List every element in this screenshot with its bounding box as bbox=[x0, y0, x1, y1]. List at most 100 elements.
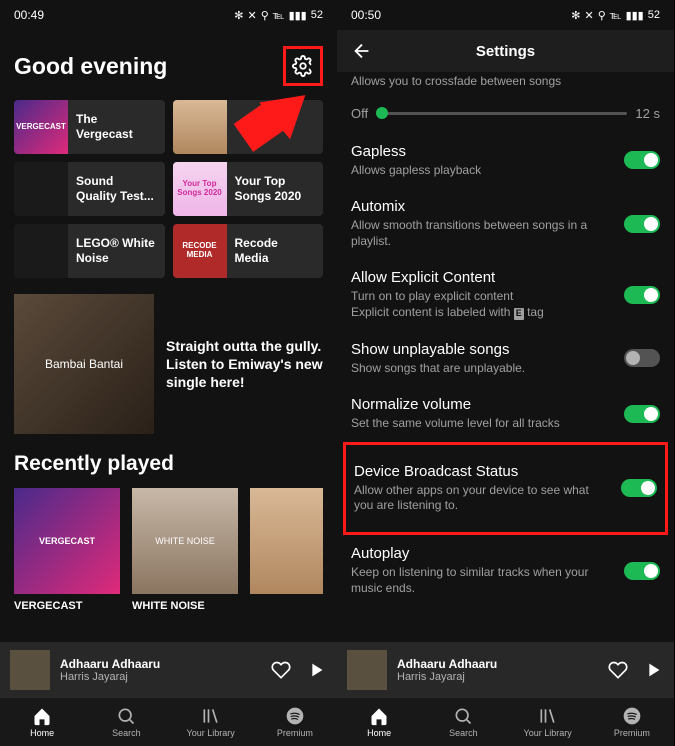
settings-header: Settings bbox=[337, 30, 674, 72]
setting-title: Normalize volume bbox=[351, 396, 660, 413]
now-playing-artist: Harris Jayaraj bbox=[397, 671, 598, 683]
nav-label: Search bbox=[449, 728, 478, 738]
gear-icon[interactable] bbox=[292, 55, 314, 77]
tile-art: VERGECAST bbox=[14, 100, 68, 154]
search-icon bbox=[116, 706, 136, 726]
nav-label: Premium bbox=[614, 728, 650, 738]
setting-normalize-volume: Normalize volume Set the same volume leve… bbox=[351, 386, 660, 442]
heart-icon[interactable] bbox=[271, 660, 291, 680]
nav-label: Your Library bbox=[524, 728, 572, 738]
nav-your-library[interactable]: Your Library bbox=[169, 698, 253, 746]
spotify-icon bbox=[285, 706, 305, 726]
recent-item[interactable] bbox=[250, 488, 323, 612]
recently-played-row[interactable]: VERGECASTVERGECASTWHITE NOISEWHITE NOISE bbox=[14, 488, 323, 612]
nav-label: Home bbox=[30, 728, 54, 738]
status-bar: 00:50 ✻✕⚲℡▮▮▮ 52 bbox=[337, 0, 674, 30]
tile-label: Your Top Songs 2020 bbox=[227, 174, 324, 204]
setting-sub: Allows gapless playback bbox=[351, 163, 660, 179]
toggle[interactable] bbox=[624, 405, 660, 423]
library-icon bbox=[538, 706, 558, 726]
nav-your-library[interactable]: Your Library bbox=[506, 698, 590, 746]
setting-title: Allow Explicit Content bbox=[351, 269, 660, 286]
recent-item[interactable]: WHITE NOISE WHITE NOISE bbox=[132, 488, 238, 612]
status-time: 00:49 bbox=[14, 8, 44, 22]
toggle[interactable] bbox=[624, 215, 660, 233]
recent-label: WHITE NOISE bbox=[132, 600, 238, 612]
tile-art bbox=[14, 224, 68, 278]
settings-screen: 00:50 ✻✕⚲℡▮▮▮ 52 Settings Allows you to … bbox=[337, 0, 674, 746]
recent-item[interactable]: VERGECAST VERGECAST bbox=[14, 488, 120, 612]
recent-label: VERGECAST bbox=[14, 600, 120, 612]
nav-label: Home bbox=[367, 728, 391, 738]
shortcut-tile[interactable]: VERGECASTThe Vergecast bbox=[14, 100, 165, 154]
play-icon[interactable] bbox=[642, 659, 664, 681]
recent-art: VERGECAST bbox=[14, 488, 120, 594]
setting-sub: Allow other apps on your device to see w… bbox=[354, 483, 657, 514]
toggle[interactable] bbox=[624, 286, 660, 304]
callout-highlight-gear bbox=[283, 46, 323, 86]
toggle[interactable] bbox=[624, 562, 660, 580]
nav-label: Search bbox=[112, 728, 141, 738]
setting-device-broadcast-status: Device Broadcast StatusAllow other apps … bbox=[354, 453, 657, 524]
tile-art bbox=[14, 162, 68, 216]
setting-allow-explicit-content: Allow Explicit Content Turn on to play ex… bbox=[351, 259, 660, 330]
promo-card[interactable]: Bambai Bantai Straight outta the gully. … bbox=[14, 294, 323, 434]
nav-home[interactable]: Home bbox=[337, 698, 421, 746]
now-playing-artist: Harris Jayaraj bbox=[60, 671, 261, 683]
slider-thumb[interactable] bbox=[376, 107, 388, 119]
spotify-icon bbox=[622, 706, 642, 726]
setting-sub: Show songs that are unplayable. bbox=[351, 361, 660, 377]
shortcut-tile[interactable]: Your Top Songs 2020Your Top Songs 2020 bbox=[173, 162, 324, 216]
recently-played-title: Recently played bbox=[14, 452, 323, 476]
status-icons: ✻✕⚲℡▮▮▮ 52 bbox=[234, 9, 323, 22]
shortcut-grid: VERGECASTThe Vergecast Sound Quality Test… bbox=[14, 100, 323, 278]
slider-track[interactable] bbox=[376, 112, 627, 115]
toggle[interactable] bbox=[624, 349, 660, 367]
tile-label: LEGO® White Noise bbox=[68, 236, 165, 266]
toggle[interactable] bbox=[624, 151, 660, 169]
home-icon bbox=[369, 706, 389, 726]
status-icons: ✻✕⚲℡▮▮▮ 52 bbox=[571, 9, 660, 22]
tile-label: The Vergecast bbox=[68, 112, 165, 142]
setting-title: Automix bbox=[351, 198, 660, 215]
home-content[interactable]: VERGECASTThe VergecastSound Quality Test… bbox=[0, 100, 337, 642]
settings-list[interactable]: Allows you to crossfade between songs Of… bbox=[337, 72, 674, 642]
settings-title: Settings bbox=[373, 43, 638, 60]
now-playing-bar[interactable]: Adhaaru Adhaaru Harris Jayaraj bbox=[337, 642, 674, 698]
bottom-nav: Home Search Your Library Premium bbox=[337, 698, 674, 746]
setting-title: Autoplay bbox=[351, 545, 660, 562]
nav-label: Premium bbox=[277, 728, 313, 738]
setting-sub: Turn on to play explicit contentExplicit… bbox=[351, 289, 660, 320]
shortcut-tile[interactable]: RECODE MEDIARecode Media bbox=[173, 224, 324, 278]
nav-search[interactable]: Search bbox=[84, 698, 168, 746]
header: Good evening bbox=[0, 30, 337, 100]
tile-label: Sound Quality Test... bbox=[68, 174, 165, 204]
setting-title: Gapless bbox=[351, 143, 660, 160]
nav-search[interactable]: Search bbox=[421, 698, 505, 746]
nav-premium[interactable]: Premium bbox=[590, 698, 674, 746]
shortcut-tile[interactable]: LEGO® White Noise bbox=[14, 224, 165, 278]
now-playing-title: Adhaaru Adhaaru bbox=[60, 657, 261, 671]
now-playing-art bbox=[10, 650, 50, 690]
play-icon[interactable] bbox=[305, 659, 327, 681]
status-time: 00:50 bbox=[351, 8, 381, 22]
heart-icon[interactable] bbox=[608, 660, 628, 680]
crossfade-slider[interactable]: Off 12 s bbox=[351, 100, 660, 133]
library-icon bbox=[201, 706, 221, 726]
home-screen: 00:49 ✻✕⚲℡▮▮▮ 52 Good evening VERGECASTT… bbox=[0, 0, 337, 746]
toggle[interactable] bbox=[621, 479, 657, 497]
back-icon[interactable] bbox=[351, 40, 373, 62]
tile-art bbox=[173, 100, 227, 154]
explicit-icon: E bbox=[514, 308, 524, 320]
shortcut-tile[interactable]: Sound Quality Test... bbox=[14, 162, 165, 216]
nav-home[interactable]: Home bbox=[0, 698, 84, 746]
nav-premium[interactable]: Premium bbox=[253, 698, 337, 746]
setting-sub: Set the same volume level for all tracks bbox=[351, 416, 660, 432]
promo-art: Bambai Bantai bbox=[14, 294, 154, 434]
setting-gapless: Gapless Allows gapless playback bbox=[351, 133, 660, 189]
recent-art: WHITE NOISE bbox=[132, 488, 238, 594]
now-playing-bar[interactable]: Adhaaru Adhaaru Harris Jayaraj bbox=[0, 642, 337, 698]
promo-text: Straight outta the gully. Listen to Emiw… bbox=[166, 337, 323, 392]
shortcut-tile[interactable] bbox=[173, 100, 324, 154]
recent-art bbox=[250, 488, 323, 594]
